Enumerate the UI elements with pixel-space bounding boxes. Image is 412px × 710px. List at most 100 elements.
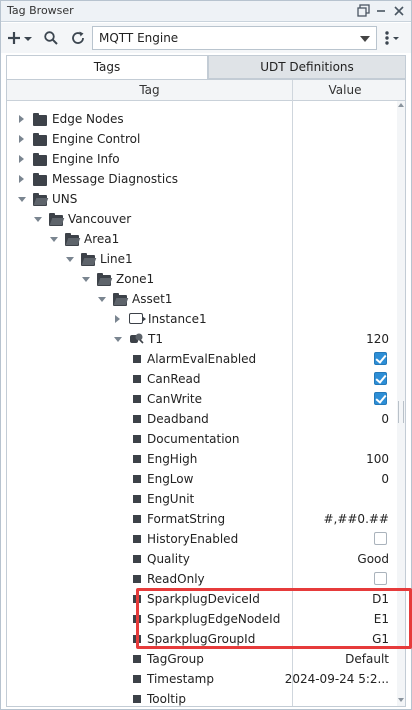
tree-row[interactable]: Documentation bbox=[7, 429, 391, 449]
unchecked-checkbox[interactable] bbox=[374, 532, 387, 545]
collapse-arrow-icon[interactable] bbox=[82, 277, 90, 282]
tag-provider-value: MQTT Engine bbox=[99, 31, 179, 45]
tree-row[interactable]: Deadband 0 bbox=[7, 409, 391, 429]
expand-arrow-icon[interactable] bbox=[115, 315, 120, 323]
tree-row[interactable]: Line1 bbox=[7, 249, 391, 269]
tree-row[interactable]: Vancouver bbox=[7, 209, 391, 229]
tree-row[interactable]: Edge Nodes bbox=[7, 109, 391, 129]
tree-row[interactable]: Engine Control bbox=[7, 129, 391, 149]
tree-row-label: Asset1 bbox=[132, 292, 173, 306]
tab-tags[interactable]: Tags bbox=[6, 55, 208, 79]
tree-row[interactable]: HistoryEnabled bbox=[7, 529, 391, 549]
tree-row[interactable]: Instance1 bbox=[7, 309, 391, 329]
tree-row[interactable]: Engine Info bbox=[7, 149, 391, 169]
property-icon bbox=[133, 435, 141, 443]
expand-arrow-icon[interactable] bbox=[19, 155, 24, 163]
tree-row[interactable]: CanWrite bbox=[7, 389, 391, 409]
chevron-down-icon bbox=[360, 36, 370, 42]
more-options-icon[interactable] bbox=[381, 29, 401, 47]
refresh-icon[interactable] bbox=[69, 29, 87, 47]
tree-row[interactable]: SparkplugDeviceId D1 bbox=[7, 589, 391, 609]
collapse-arrow-icon[interactable] bbox=[50, 237, 58, 242]
tree-row-label: Engine Control bbox=[52, 132, 141, 146]
tree-row-value: 0 bbox=[381, 472, 389, 486]
tree-row-label: CanWrite bbox=[147, 392, 203, 406]
collapse-arrow-icon[interactable] bbox=[114, 337, 122, 342]
tree-row[interactable]: FormatString #,##0.## bbox=[7, 509, 391, 529]
tab-udt-definitions[interactable]: UDT Definitions bbox=[208, 55, 406, 79]
window-title: Tag Browser bbox=[7, 4, 74, 17]
folder-icon bbox=[33, 133, 47, 146]
checked-checkbox[interactable] bbox=[374, 352, 387, 365]
collapse-arrow-icon[interactable] bbox=[18, 197, 26, 202]
tree-row[interactable]: Asset1 bbox=[7, 289, 391, 309]
tree-row-label: SparkplugGroupId bbox=[147, 632, 256, 646]
tree-row-label: Engine Info bbox=[52, 152, 120, 166]
tree-row[interactable]: EngHigh 100 bbox=[7, 449, 391, 469]
property-icon bbox=[133, 635, 141, 643]
property-icon bbox=[133, 595, 141, 603]
tree-row[interactable]: Quality Good bbox=[7, 549, 391, 569]
scrollbar-thumb[interactable] bbox=[398, 401, 404, 423]
checked-checkbox[interactable] bbox=[374, 392, 387, 405]
tree-row-label: TagGroup bbox=[147, 652, 204, 666]
tree-row-value: 120 bbox=[366, 332, 389, 346]
tree-row[interactable]: Message Diagnostics bbox=[7, 169, 391, 189]
property-icon bbox=[133, 655, 141, 663]
tree-row[interactable]: T1 120 bbox=[7, 329, 391, 349]
scroll-up-icon[interactable] bbox=[398, 103, 404, 107]
tree-row[interactable]: UNS bbox=[7, 189, 391, 209]
tree-row-label: Line1 bbox=[100, 252, 133, 266]
add-tag-button[interactable] bbox=[7, 29, 33, 47]
tree-row-label: EngUnit bbox=[147, 492, 195, 506]
unchecked-checkbox[interactable] bbox=[374, 572, 387, 585]
tree-row[interactable]: Zone1 bbox=[7, 269, 391, 289]
expand-arrow-icon[interactable] bbox=[19, 135, 24, 143]
tree-row[interactable]: Timestamp 2024-09-24 5:2... bbox=[7, 669, 391, 689]
vertical-scrollbar[interactable] bbox=[397, 101, 405, 706]
tree-row[interactable]: SparkplugGroupId G1 bbox=[7, 629, 391, 649]
tree-row[interactable]: ReadOnly bbox=[7, 569, 391, 589]
tree-row-label: UNS bbox=[52, 192, 78, 206]
scroll-down-icon[interactable] bbox=[398, 698, 404, 702]
tree-row[interactable]: Area1 bbox=[7, 229, 391, 249]
property-icon bbox=[133, 615, 141, 623]
tree-row[interactable]: Tooltip bbox=[7, 689, 391, 706]
column-header-value[interactable]: Value bbox=[293, 83, 397, 97]
float-window-icon[interactable] bbox=[357, 4, 371, 18]
folder-open-icon bbox=[33, 193, 47, 206]
property-icon bbox=[133, 355, 141, 363]
folder-open-icon bbox=[49, 213, 63, 226]
property-icon bbox=[133, 555, 141, 563]
tree-row[interactable]: CanRead bbox=[7, 369, 391, 389]
property-icon bbox=[133, 395, 141, 403]
collapse-arrow-icon[interactable] bbox=[34, 217, 42, 222]
expand-arrow-icon[interactable] bbox=[19, 115, 24, 123]
tree-row-label: CanRead bbox=[147, 372, 201, 386]
expand-arrow-icon[interactable] bbox=[19, 175, 24, 183]
search-icon[interactable] bbox=[42, 29, 60, 47]
column-header-tag[interactable]: Tag bbox=[7, 83, 292, 97]
collapse-arrow-icon[interactable] bbox=[66, 257, 74, 262]
tree-row[interactable]: AlarmEvalEnabled bbox=[7, 349, 391, 369]
folder-open-icon bbox=[113, 293, 127, 306]
tree-row[interactable]: TagGroup Default bbox=[7, 649, 391, 669]
tree-row-label: Timestamp bbox=[147, 672, 214, 686]
checked-checkbox[interactable] bbox=[374, 372, 387, 385]
tree-row[interactable]: EngUnit bbox=[7, 489, 391, 509]
tree-row[interactable]: SparkplugEdgeNodeId E1 bbox=[7, 609, 391, 629]
collapse-arrow-icon[interactable] bbox=[98, 297, 106, 302]
property-icon bbox=[133, 535, 141, 543]
tree-row-value: 100 bbox=[366, 452, 389, 466]
tree-row-value: #,##0.## bbox=[323, 512, 389, 526]
title-bar: Tag Browser bbox=[1, 1, 411, 22]
close-icon[interactable] bbox=[392, 4, 406, 18]
minimize-icon[interactable] bbox=[374, 4, 388, 18]
tag-provider-select[interactable]: MQTT Engine bbox=[92, 26, 377, 50]
tree-row-value: E1 bbox=[373, 612, 389, 626]
tree-row[interactable]: EngLow 0 bbox=[7, 469, 391, 489]
tree-row-value: 0 bbox=[381, 412, 389, 426]
property-icon bbox=[133, 675, 141, 683]
folder-icon bbox=[33, 173, 47, 186]
tree-row-label: Vancouver bbox=[68, 212, 132, 226]
